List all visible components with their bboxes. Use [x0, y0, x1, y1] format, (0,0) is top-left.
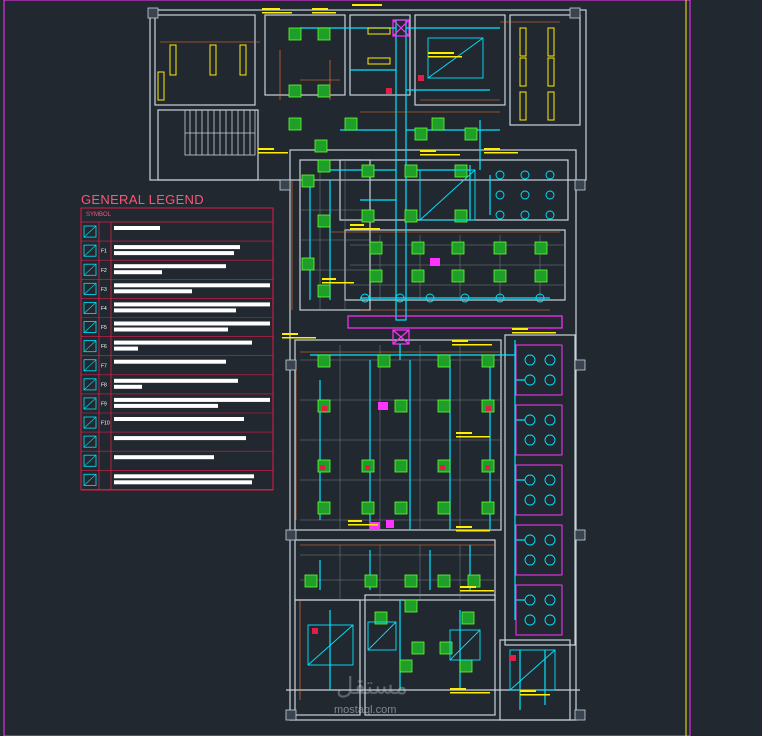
- legend-row-description: [114, 270, 162, 275]
- legend-row-description: [114, 480, 252, 485]
- round-diffusers: [360, 170, 556, 626]
- legend-row-description: [114, 455, 214, 460]
- legend-row-code: F8: [101, 382, 107, 388]
- legend-row-code: F3: [101, 287, 107, 293]
- legend-row-description: [114, 321, 270, 326]
- vav-rooms: [515, 344, 563, 636]
- damper-icon-stroke: [83, 283, 97, 295]
- watermark-arabic: مستقل: [336, 672, 408, 700]
- magenta-tags: [370, 258, 440, 530]
- fan-icon-stroke: [83, 263, 97, 276]
- legend-row-code: F7: [101, 363, 107, 369]
- legend-row-description: [114, 308, 236, 313]
- legend-row-description: [114, 327, 228, 332]
- columns: [147, 7, 586, 721]
- legend-row-description: [114, 436, 246, 441]
- fan-icon-stroke: [83, 244, 97, 257]
- legend-row-description: [114, 378, 238, 383]
- legend-row-description: [114, 245, 240, 250]
- legend-row-code: F9: [101, 401, 107, 407]
- legend-row-description: [114, 346, 138, 351]
- fan-coil-units: [307, 37, 556, 691]
- round-diffuser-icon-stroke: [83, 340, 97, 352]
- legend-row-code: F10: [101, 421, 110, 427]
- annotations: [258, 4, 556, 696]
- round-diffuser-icon-stroke: [83, 321, 97, 333]
- valve-icon-stroke: [83, 378, 97, 391]
- linear-diffuser-icon-stroke: [83, 359, 97, 372]
- legend-table: F1 F2 F3 F4 F5 F6 F7 F8 F9 F10: [80, 207, 274, 491]
- building-walls: [149, 9, 587, 721]
- grille-icon-stroke: [83, 302, 97, 314]
- main-duct: [300, 19, 563, 710]
- legend-row-code: F5: [101, 325, 107, 331]
- legend-row-description: [114, 403, 218, 408]
- sheet-frame: [3, 0, 691, 736]
- legend-row-description: [114, 264, 226, 269]
- fire-damper-icon-stroke: [83, 474, 97, 486]
- legend-row-code: F6: [101, 344, 107, 350]
- legend-row-code: F4: [101, 306, 107, 312]
- legend-row-description: [114, 474, 254, 479]
- legend-title: GENERAL LEGEND: [81, 192, 204, 207]
- equipment-markers: [312, 75, 516, 661]
- sensor-icon-stroke: [83, 454, 97, 467]
- legend-row-description: [114, 251, 234, 256]
- watermark: mostaql.com: [334, 704, 397, 716]
- legend-row-description: [114, 359, 226, 364]
- legend-row-description: [114, 417, 244, 421]
- legend-row-code: F2: [101, 268, 107, 274]
- grille-icon-stroke: [83, 416, 97, 429]
- legend-header-label: SYMBOL: [86, 212, 112, 218]
- staircase: [184, 109, 256, 156]
- legend-row-code: F1: [101, 249, 107, 255]
- square-diffusers: [288, 27, 548, 673]
- legend-row-description: [114, 397, 270, 402]
- legend-row-description: [114, 226, 160, 230]
- legend-row-description: [114, 384, 142, 389]
- thermostat-icon-stroke: [83, 435, 97, 448]
- hvac-floor-plan: F1 F2 F3 F4 F5 F6 F7 F8 F9 F10: [3, 0, 691, 736]
- valve-icon-stroke: [83, 397, 97, 410]
- legend-row-description: [114, 302, 270, 307]
- legend-row-description: [114, 289, 192, 294]
- legend-row-description: [114, 340, 252, 345]
- legend-row-description: [114, 283, 270, 288]
- diffuser-icon-stroke: [83, 225, 97, 238]
